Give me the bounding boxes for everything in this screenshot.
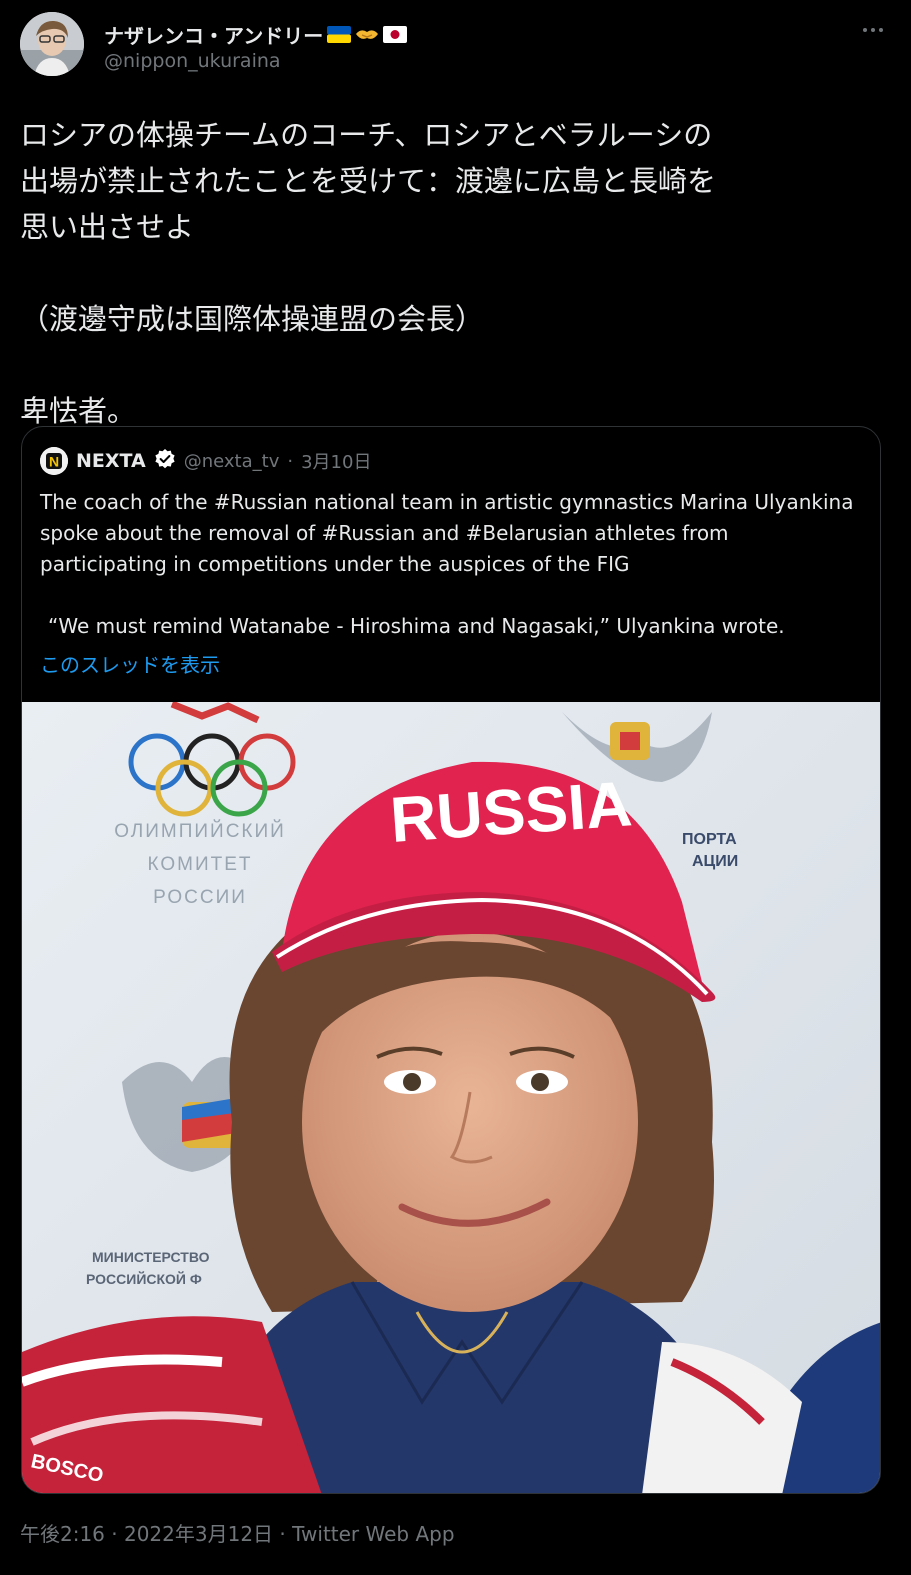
quoted-tweet-text: The coach of the #Russian national team … (40, 487, 870, 642)
quoted-tweet[interactable]: N NEXTA @nexta_tv · 3月10日 The coach of t… (21, 426, 881, 1494)
quoted-author-avatar[interactable]: N (40, 447, 68, 475)
quoted-line: participating in competitions under the … (40, 552, 630, 576)
backdrop-text: ПОРТА (682, 831, 737, 848)
show-thread-link[interactable]: このスレッドを表示 (40, 649, 220, 678)
backdrop-text: РОССИИ (153, 887, 247, 908)
quoted-tweet-date[interactable]: 3月10日 (301, 448, 371, 474)
quoted-line: The coach of the #Russian national team … (40, 490, 854, 514)
quoted-line: “We must remind Watanabe - Hiroshima and… (48, 614, 785, 638)
quoted-tweet-header: N NEXTA @nexta_tv · 3月10日 (40, 447, 371, 475)
tweet-timestamp[interactable]: 午後2:16 · 2022年3月12日 · Twitter Web App (20, 1518, 455, 1547)
tweet-line: ロシアの体操チームのコーチ、ロシアとベラルーシの (20, 118, 713, 152)
backdrop-text: КОМИТЕТ (147, 854, 252, 875)
verified-badge-icon (154, 448, 176, 474)
backdrop-text: РОССИЙСКОЙ Ф (86, 1270, 202, 1287)
author-handle[interactable]: @nippon_ukuraina (104, 50, 281, 72)
author-name-row[interactable]: ナザレンコ・アンドリー (104, 20, 408, 49)
quoted-avatar-letter: N (49, 454, 59, 470)
author-avatar[interactable] (20, 12, 84, 76)
more-options-icon[interactable] (855, 16, 891, 44)
tweet-text: ロシアの体操チームのコーチ、ロシアとベラルーシの 出場が禁止されたことを受けて：… (20, 112, 880, 434)
handshake-icon (355, 26, 379, 43)
ukraine-flag-icon (327, 26, 352, 43)
backdrop-text: ОЛИМПИЙСКИЙ (114, 820, 286, 842)
author-display-name[interactable]: ナザレンコ・アンドリー (104, 20, 323, 49)
tweet-line: 出場が禁止されたことを受けて：渡邊に広島と長崎を (20, 164, 717, 198)
quoted-author-name[interactable]: NEXTA (76, 450, 146, 472)
quoted-tweet-photo[interactable]: ОЛИМПИЙСКИЙ КОМИТЕТ РОССИИ ПОРТА АЦИИ МИ… (22, 700, 880, 1493)
tweet-header: ナザレンコ・アンドリー @nippon_ukuraina (20, 12, 891, 76)
quoted-line: spoke about the removal of #Russian and … (40, 521, 729, 545)
backdrop-text: МИНИСТЕРСТВО (92, 1249, 210, 1265)
tweet-line: （渡邊守成は国際体操連盟の会長） (20, 302, 485, 336)
japan-flag-icon (383, 26, 408, 43)
tweet-line: 思い出させよ (20, 210, 195, 244)
backdrop-text: АЦИИ (692, 853, 738, 870)
quoted-author-handle[interactable]: @nexta_tv (184, 451, 280, 472)
meta-separator: · (287, 450, 294, 472)
